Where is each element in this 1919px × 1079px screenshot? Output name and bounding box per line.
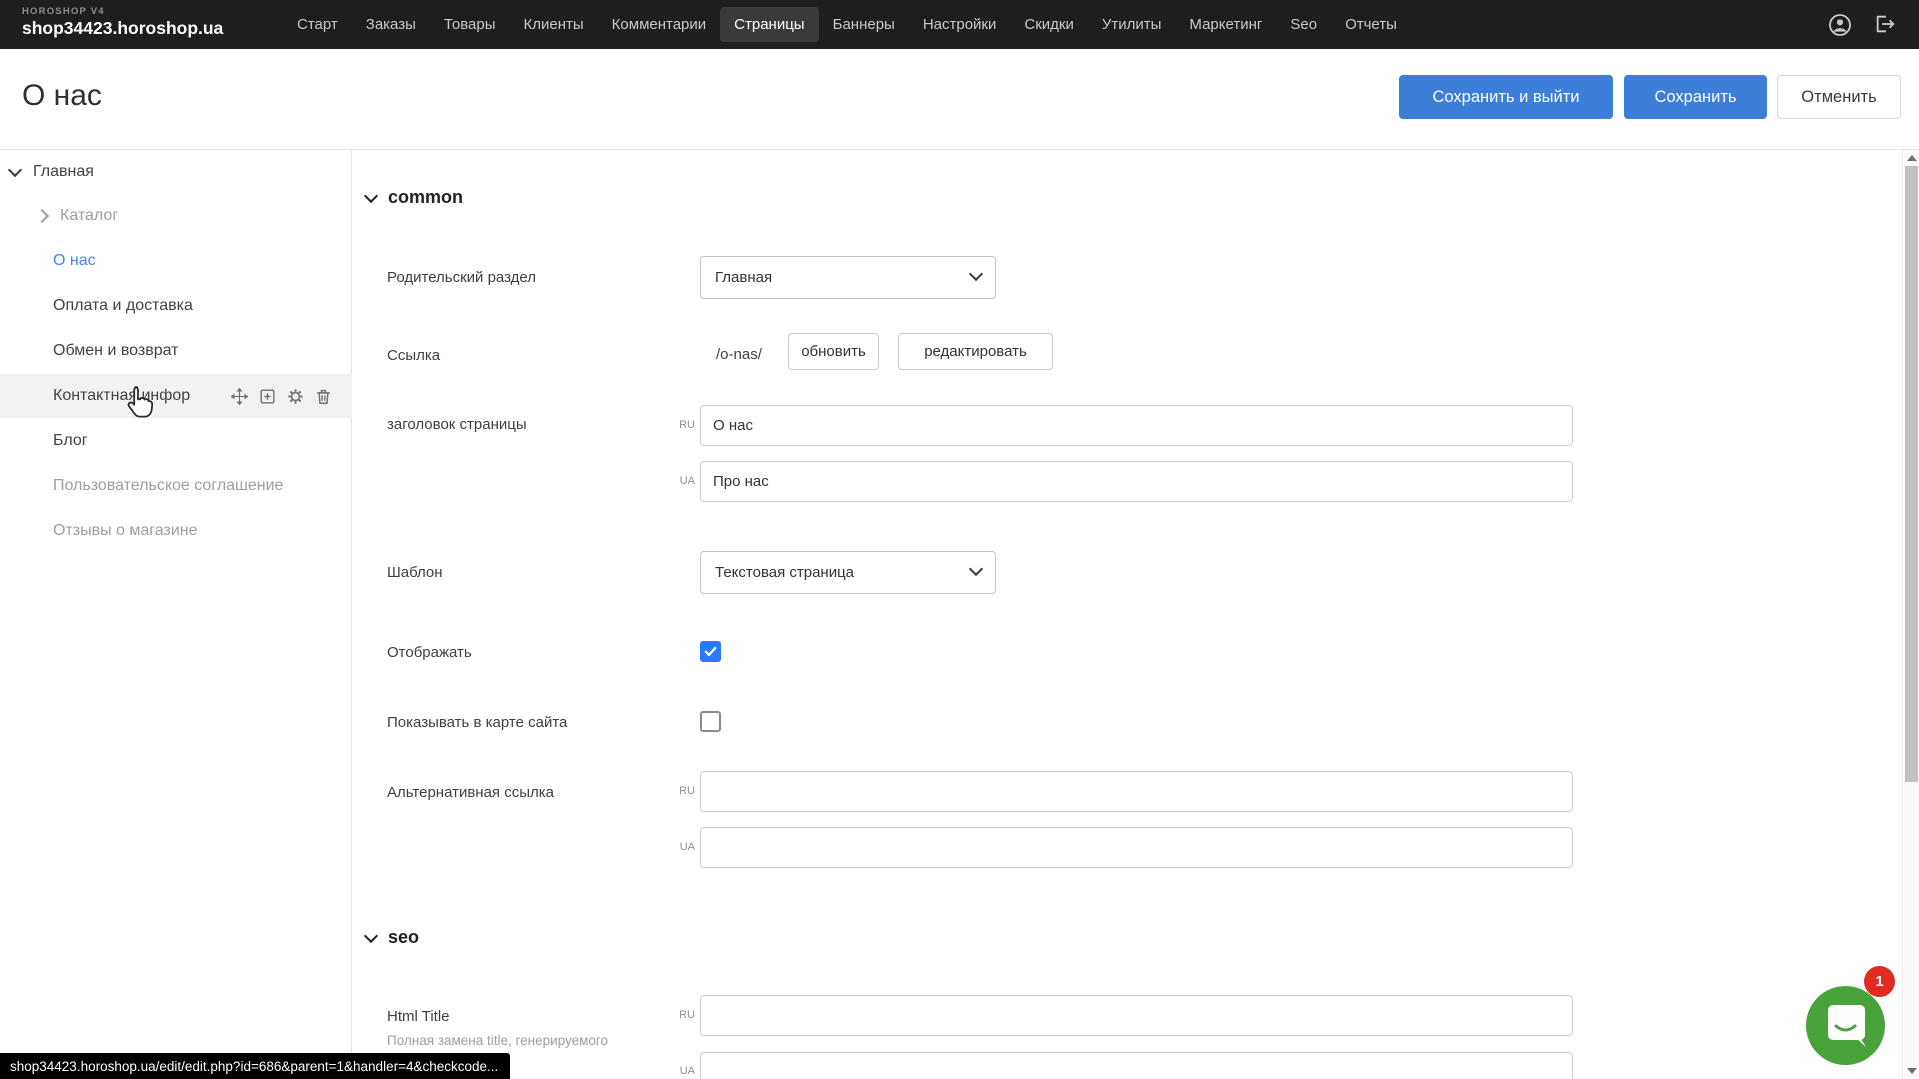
status-url-tooltip: shop34423.horoshop.ua/edit/edit.php?id=6… [0, 1053, 510, 1079]
html-title-label: Html Title [387, 1008, 450, 1025]
sitemap-checkbox[interactable] [700, 711, 721, 732]
scrollbar-thumb[interactable] [1905, 166, 1918, 782]
edit-form: common Родительский раздел Главная Ссылк… [352, 150, 1902, 1079]
html-title-hint: Полная замена title, генерируемого [387, 1033, 608, 1048]
scrollbar[interactable] [1902, 150, 1919, 1079]
html-title-ua-input[interactable] [700, 1052, 1573, 1079]
tree-item-oplata[interactable]: Оплата и доставка [0, 284, 352, 328]
ua-tag: UA [665, 475, 695, 487]
move-icon[interactable] [230, 387, 249, 406]
pages-tree: Главная Каталог О нас Оплата и доставка … [0, 150, 352, 1079]
menu-item-utilities[interactable]: Утилиты [1088, 7, 1176, 42]
tree-item-otzyvy[interactable]: Отзывы о магазине [0, 509, 352, 553]
menu-item-clients[interactable]: Клиенты [510, 7, 598, 42]
chevron-down-icon[interactable] [8, 163, 22, 177]
page-header: О нас Сохранить и выйти Сохранить Отмени… [0, 49, 1919, 150]
save-button[interactable]: Сохранить [1624, 75, 1767, 119]
main-menu: Старт Заказы Товары Клиенты Комментарии … [283, 0, 1411, 49]
logout-icon[interactable] [1874, 13, 1898, 37]
page-heading-ua-input[interactable] [700, 461, 1573, 502]
ru-tag: RU [665, 419, 695, 431]
menu-item-products[interactable]: Товары [430, 7, 510, 42]
check-icon [703, 644, 718, 659]
page-heading-label: заголовок страницы [387, 416, 527, 433]
menu-item-seo[interactable]: Seo [1276, 7, 1331, 42]
alt-link-ua-input[interactable] [700, 827, 1573, 868]
parent-section-select[interactable]: Главная [700, 256, 996, 299]
html-title-ru-input[interactable] [700, 995, 1573, 1036]
alt-link-label: Альтернативная ссылка [387, 784, 554, 801]
page-heading-ru-input[interactable] [700, 405, 1573, 446]
cancel-button[interactable]: Отменить [1777, 75, 1901, 119]
alt-link-ru-input[interactable] [700, 771, 1573, 812]
menu-item-settings[interactable]: Настройки [909, 7, 1011, 42]
add-subpage-icon[interactable] [258, 387, 277, 406]
template-select[interactable]: Текстовая страница [700, 551, 996, 594]
save-and-exit-button[interactable]: Сохранить и выйти [1399, 75, 1613, 119]
menu-item-comments[interactable]: Комментарии [598, 7, 720, 42]
ru-tag: RU [665, 785, 695, 797]
logo-version: HOROSHOP V4 [22, 6, 223, 17]
tree-item-o-nas[interactable]: О нас [0, 239, 352, 283]
ua-tag: UA [665, 1065, 695, 1077]
tree-item-glavnaya[interactable]: Главная [0, 150, 352, 194]
user-account-icon[interactable] [1828, 13, 1852, 37]
menu-item-banners[interactable]: Баннеры [819, 7, 909, 42]
tree-item-blog[interactable]: Блог [0, 419, 352, 463]
menu-item-orders[interactable]: Заказы [352, 7, 430, 42]
menu-item-marketing[interactable]: Маркетинг [1175, 7, 1276, 42]
tree-item-katalog[interactable]: Каталог [0, 194, 352, 238]
chevron-down-icon [364, 928, 378, 942]
chat-widget-button[interactable]: 1 [1806, 986, 1885, 1065]
logo[interactable]: HOROSHOP V4 shop34423.horoshop.ua [22, 6, 223, 39]
link-edit-button[interactable]: редактировать [898, 333, 1053, 370]
settings-gear-icon[interactable] [286, 387, 305, 406]
chevron-down-icon [969, 562, 983, 576]
scroll-down-arrow[interactable] [1907, 1068, 1917, 1074]
sitemap-label: Показывать в карте сайта [387, 714, 567, 731]
display-label: Отображать [387, 644, 472, 661]
topbar: HOROSHOP V4 shop34423.horoshop.ua Старт … [0, 0, 1919, 49]
page-title: О нас [22, 79, 102, 113]
menu-item-start[interactable]: Старт [283, 7, 352, 42]
menu-item-pages[interactable]: Страницы [720, 7, 818, 42]
chat-bubble-icon [1806, 986, 1885, 1065]
menu-item-reports[interactable]: Отчеты [1331, 7, 1411, 42]
tree-item-polzovatelskoe[interactable]: Пользовательское соглашение [0, 464, 352, 508]
ru-tag: RU [665, 1009, 695, 1021]
parent-section-label: Родительский раздел [387, 269, 536, 286]
delete-trash-icon[interactable] [314, 387, 333, 406]
chevron-down-icon [364, 188, 378, 202]
template-label: Шаблон [387, 564, 443, 581]
display-checkbox[interactable] [700, 641, 721, 662]
link-refresh-button[interactable]: обновить [788, 333, 879, 370]
tree-item-obmen[interactable]: Обмен и возврат [0, 329, 352, 373]
section-common[interactable]: common [366, 187, 463, 208]
logo-domain: shop34423.horoshop.ua [22, 18, 223, 39]
chat-unread-badge: 1 [1864, 966, 1895, 997]
ua-tag: UA [665, 841, 695, 853]
section-seo[interactable]: seo [366, 927, 419, 948]
chevron-right-icon[interactable] [35, 209, 49, 223]
link-path: /o-nas/ [716, 346, 762, 363]
menu-item-discounts[interactable]: Скидки [1010, 7, 1087, 42]
chevron-down-icon [969, 267, 983, 281]
link-label: Ссылка [387, 347, 440, 364]
tree-item-kontaktnaya[interactable]: Контактная инфор [0, 374, 352, 418]
tree-item-actions [230, 374, 333, 418]
scroll-up-arrow[interactable] [1907, 155, 1917, 161]
